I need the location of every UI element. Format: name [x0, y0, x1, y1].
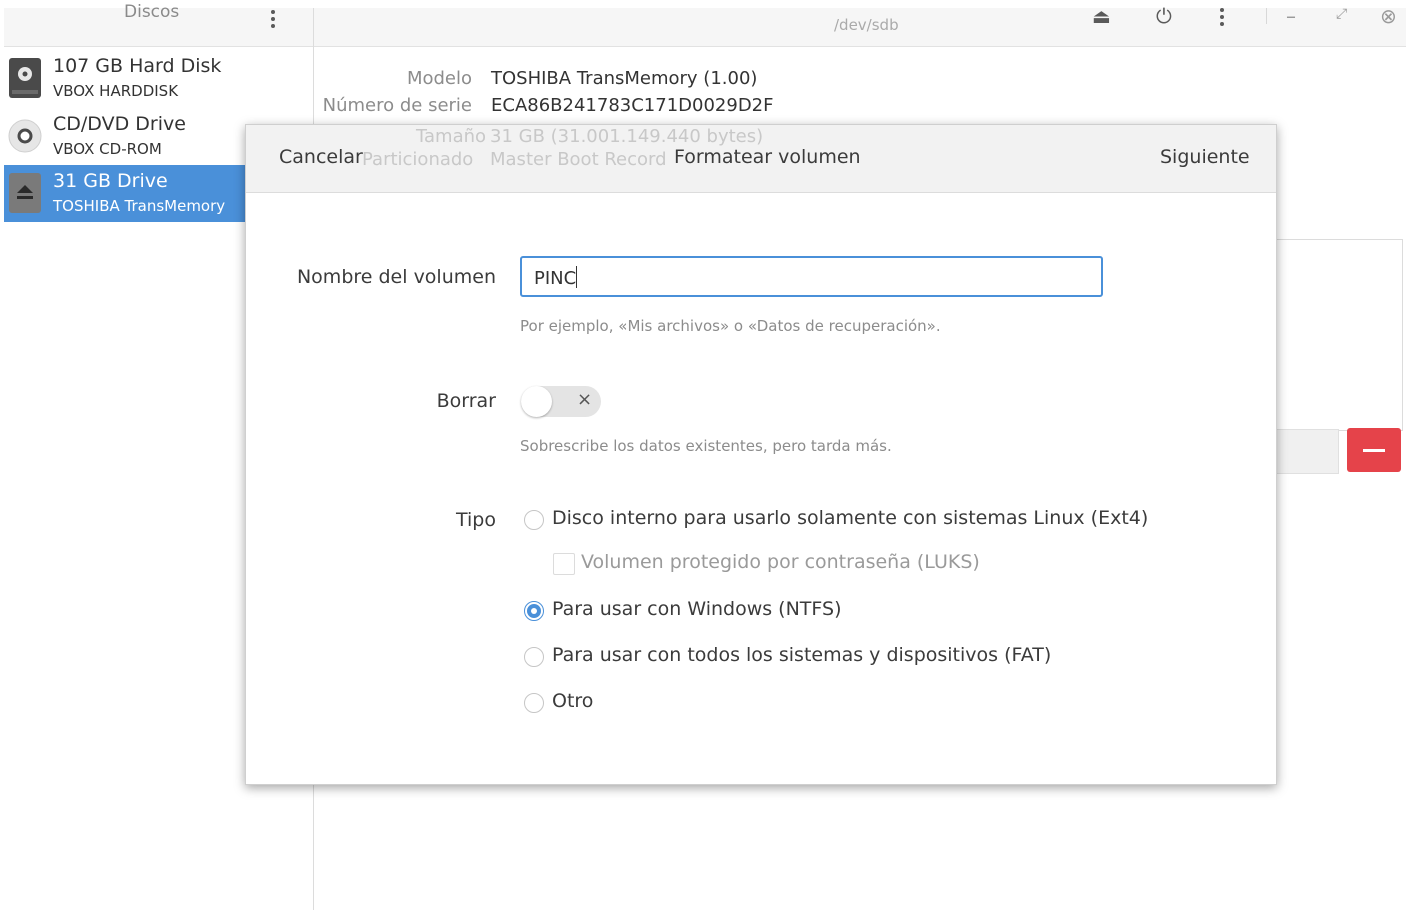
drive-name: 31 GB Drive	[53, 170, 168, 192]
radio-button[interactable]	[524, 647, 544, 667]
eject-icon[interactable]: ⏏	[1092, 4, 1111, 28]
drive-menu-icon[interactable]	[1220, 8, 1224, 29]
serial-label: Número de serie	[322, 95, 472, 116]
main-header: /dev/sdb ⏏ ⏻ – ⤢ ⊗	[314, 4, 1406, 47]
erase-hint: Sobrescribe los datos existentes, pero t…	[520, 437, 892, 455]
cancel-button[interactable]: Cancelar	[279, 146, 363, 168]
optical-disc-icon	[8, 119, 42, 153]
model-value: TOSHIBA TransMemory (1.00)	[491, 68, 758, 89]
radio-button[interactable]	[524, 510, 544, 530]
toggle-knob	[521, 386, 552, 417]
volume-name-value: PINC	[534, 268, 577, 289]
radio-label: Para usar con todos los sistemas y dispo…	[552, 644, 1052, 666]
sidebar-menu-icon[interactable]	[266, 10, 280, 32]
maximize-icon[interactable]: ⤢	[1336, 6, 1347, 22]
erase-label: Borrar	[436, 390, 496, 412]
size-label-behind: Tamaño	[416, 126, 487, 147]
drive-name: 107 GB Hard Disk	[53, 55, 222, 77]
luks-label: Volumen protegido por contraseña (LUKS)	[581, 551, 980, 573]
dialog-header: Tamaño 31 GB (31.001.149.440 bytes) Part…	[246, 125, 1276, 193]
next-button[interactable]: Siguiente	[1160, 146, 1250, 168]
sidebar-header: Discos	[4, 2, 313, 47]
format-volume-dialog: Tamaño 31 GB (31.001.149.440 bytes) Part…	[245, 124, 1277, 785]
model-label: Modelo	[406, 68, 472, 89]
volume-name-label: Nombre del volumen	[296, 266, 496, 288]
drive-model: TOSHIBA TransMemory	[53, 197, 226, 215]
delete-partition-button[interactable]	[1347, 428, 1401, 472]
volume-toolbar-field	[1274, 429, 1339, 474]
usb-drive-icon	[9, 173, 41, 213]
power-icon[interactable]: ⏻	[1156, 4, 1172, 28]
luks-checkbox[interactable]	[553, 553, 575, 575]
dialog-title: Formatear volumen	[674, 146, 861, 168]
serial-value: ECA86B241783C171D0029D2F	[491, 95, 774, 116]
radio-button[interactable]	[524, 693, 544, 713]
partition-value-behind: Master Boot Record	[490, 149, 667, 170]
header-separator	[1266, 8, 1267, 24]
sidebar-title: Discos	[124, 2, 180, 22]
volumes-panel	[1274, 239, 1403, 431]
minus-icon	[1363, 449, 1385, 452]
minimize-icon[interactable]: –	[1286, 4, 1296, 28]
erase-toggle[interactable]: ×	[521, 386, 601, 417]
volume-name-input[interactable]: PINC	[520, 256, 1103, 297]
drive-model: VBOX HARDDISK	[53, 82, 179, 100]
off-x-icon: ×	[577, 389, 593, 410]
drive-item-hard-disk[interactable]: 107 GB Hard Disk VBOX HARDDISK	[4, 50, 313, 107]
size-value-behind: 31 GB (31.001.149.440 bytes)	[490, 126, 764, 147]
partition-label-behind: Particionado	[362, 149, 474, 170]
radio-label: Disco interno para usarlo solamente con …	[552, 507, 1149, 529]
hard-disk-icon	[9, 58, 41, 98]
radio-button[interactable]	[524, 601, 544, 621]
radio-label: Para usar con Windows (NTFS)	[552, 598, 842, 620]
drive-model: VBOX CD-ROM	[53, 140, 162, 158]
drive-name: CD/DVD Drive	[53, 113, 186, 135]
close-icon[interactable]: ⊗	[1380, 4, 1397, 28]
text-caret	[576, 266, 578, 288]
device-path-title: /dev/sdb	[834, 16, 899, 34]
radio-label: Otro	[552, 690, 594, 712]
type-label: Tipo	[456, 509, 496, 531]
volume-name-hint: Por ejemplo, «Mis archivos» o «Datos de …	[520, 317, 941, 335]
